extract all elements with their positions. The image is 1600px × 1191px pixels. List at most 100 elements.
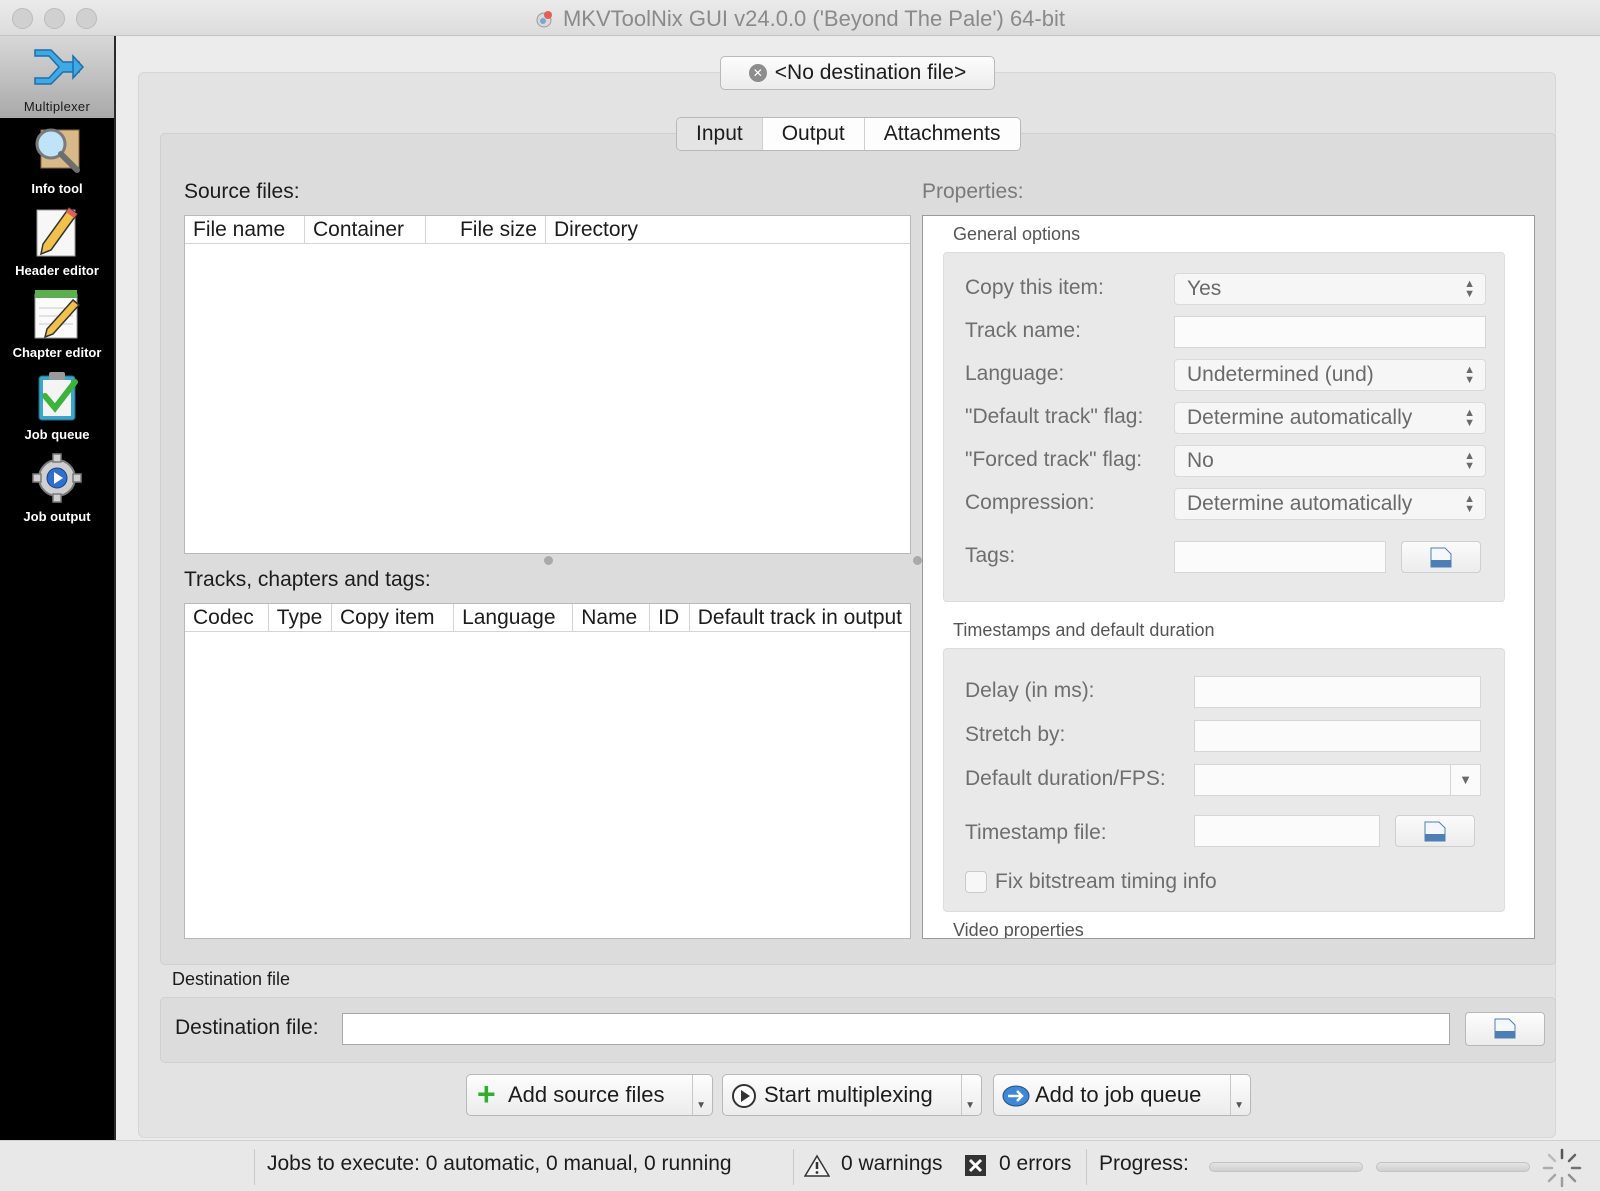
forced-track-flag-select[interactable]: No ▲ ▼ [1174, 445, 1486, 477]
tab-attachments[interactable]: Attachments [864, 118, 1020, 150]
sidebar-item-chapter-editor[interactable]: Chapter editor [0, 282, 114, 364]
warning-icon[interactable] [804, 1154, 830, 1178]
default-track-flag-value: Determine automatically [1187, 406, 1413, 429]
delay-input[interactable] [1194, 676, 1481, 708]
forced-track-flag-value: No [1187, 449, 1214, 472]
timestamp-file-browse-button[interactable] [1395, 815, 1475, 847]
updown-arrows-icon: ▲ ▼ [1464, 364, 1475, 386]
add-to-job-queue-button[interactable]: Add to job queue ▼ [993, 1074, 1251, 1116]
fix-bitstream-checkbox[interactable] [965, 871, 987, 893]
language-label: Language: [965, 362, 1065, 385]
copy-item-select[interactable]: Yes ▲ ▼ [1174, 273, 1486, 305]
track-name-input[interactable] [1174, 316, 1486, 348]
column-header-language[interactable]: Language [454, 604, 574, 631]
sidebar-item-job-output[interactable]: Job output [0, 446, 114, 528]
column-header-file-name[interactable]: File name [185, 216, 305, 243]
plus-icon: + [477, 1076, 496, 1112]
busy-spinner-icon [1542, 1148, 1582, 1188]
jobs-status: Jobs to execute: 0 automatic, 0 manual, … [267, 1152, 732, 1175]
tab-input[interactable]: Input [677, 118, 763, 150]
tab-output[interactable]: Output [762, 118, 865, 150]
properties-pane[interactable]: General options Copy this item: Yes ▲ ▼ T… [922, 215, 1535, 939]
error-icon[interactable] [964, 1154, 987, 1177]
start-multiplexing-button[interactable]: Start multiplexing ▼ [722, 1074, 982, 1116]
tags-input[interactable] [1174, 541, 1386, 573]
timestamp-file-label: Timestamp file: [965, 821, 1107, 844]
sidebar-item-label: Job queue [24, 427, 90, 442]
video-properties-title: Video properties [953, 920, 1084, 939]
dropdown-arrow-icon[interactable]: ▼ [1234, 1101, 1244, 1111]
dropdown-arrow-icon[interactable]: ▼ [696, 1101, 706, 1111]
sidebar-item-label: Chapter editor [12, 345, 102, 360]
status-bar: Jobs to execute: 0 automatic, 0 manual, … [0, 1140, 1600, 1191]
sidebar-item-job-queue[interactable]: Job queue [0, 364, 114, 446]
source-files-label: Source files: [184, 180, 300, 203]
default-duration-label: Default duration/FPS: [965, 767, 1166, 790]
updown-arrows-icon: ▲ ▼ [1464, 450, 1475, 472]
tracks-table[interactable]: Codec Type Copy item Language Name ID De… [184, 603, 911, 939]
splitter-handle[interactable] [913, 556, 922, 565]
destination-file-tab-button[interactable]: ✕ <No destination file> [720, 56, 995, 90]
compression-value: Determine automatically [1187, 492, 1413, 515]
tab-bar: Input Output Attachments [676, 117, 1021, 151]
column-header-copy-item[interactable]: Copy item [332, 604, 455, 631]
destination-file-input[interactable] [342, 1013, 1450, 1045]
window-title-text: MKVToolNix GUI v24.0.0 ('Beyond The Pale… [562, 6, 1065, 31]
column-header-type[interactable]: Type [269, 604, 332, 631]
default-track-flag-select[interactable]: Determine automatically ▲ ▼ [1174, 402, 1486, 434]
compression-select[interactable]: Determine automatically ▲ ▼ [1174, 488, 1486, 520]
forced-track-flag-label: "Forced track" flag: [965, 448, 1143, 471]
destination-file-label: Destination file: [175, 1016, 319, 1039]
tags-browse-button[interactable] [1401, 541, 1481, 573]
stretch-input[interactable] [1194, 720, 1481, 752]
add-source-files-label: Add source files [508, 1082, 665, 1107]
sidebar-item-multiplexer[interactable]: Multiplexer [0, 36, 114, 118]
dropdown-arrow-icon[interactable]: ▼ [965, 1101, 975, 1111]
properties-label: Properties: [922, 180, 1024, 203]
column-header-id[interactable]: ID [650, 604, 690, 631]
queue-icon [1002, 1085, 1030, 1107]
destination-group-title: Destination file [172, 969, 291, 989]
clipboard-check-icon [38, 372, 78, 421]
destination-browse-button[interactable] [1465, 1012, 1545, 1046]
window-title: MKVToolNix GUI v24.0.0 ('Beyond The Pale… [0, 6, 1600, 32]
default-duration-combo[interactable]: ▼ [1194, 764, 1481, 796]
add-to-job-queue-label: Add to job queue [1035, 1082, 1202, 1107]
start-multiplexing-label: Start multiplexing [764, 1082, 933, 1107]
column-header-directory[interactable]: Directory [546, 216, 646, 243]
default-track-flag-label: "Default track" flag: [965, 405, 1144, 428]
column-header-container[interactable]: Container [305, 216, 426, 243]
add-source-files-button[interactable]: + Add source files ▼ [466, 1074, 713, 1116]
column-header-default-track[interactable]: Default track in output [690, 604, 910, 631]
timestamp-file-input[interactable] [1194, 815, 1380, 847]
document-icon [1424, 821, 1446, 842]
updown-arrows-icon: ▲ ▼ [1464, 407, 1475, 429]
mkvtoolnix-app-icon [536, 11, 552, 28]
progress-label: Progress: [1099, 1152, 1189, 1175]
sidebar-item-label: Multiplexer [23, 99, 91, 114]
updown-arrows-icon: ▲ ▼ [1464, 493, 1475, 515]
source-files-table[interactable]: File name Container File size Directory [184, 215, 911, 554]
play-circle-icon [732, 1084, 756, 1108]
chevron-down-icon[interactable]: ▼ [1450, 765, 1480, 795]
splitter-handle[interactable] [544, 556, 553, 565]
magnifier-icon [35, 128, 80, 173]
title-bar: MKVToolNix GUI v24.0.0 ('Beyond The Pale… [0, 0, 1600, 36]
close-circle-icon[interactable]: ✕ [748, 64, 767, 82]
gear-play-icon [32, 453, 82, 503]
copy-item-label: Copy this item: [965, 276, 1104, 299]
sidebar-item-info-tool[interactable]: Info tool [0, 118, 114, 200]
sidebar-item-header-editor[interactable]: Header editor [0, 200, 114, 282]
multiplexer-icon [34, 49, 85, 85]
column-header-file-size[interactable]: File size [426, 216, 546, 243]
destination-button-label: <No destination file> [774, 61, 967, 84]
document-icon [1494, 1018, 1516, 1039]
delay-label: Delay (in ms): [965, 679, 1095, 702]
pencil-paper-icon [36, 206, 79, 257]
language-select[interactable]: Undetermined (und) ▲ ▼ [1174, 359, 1486, 391]
sidebar-item-label: Header editor [15, 263, 99, 278]
table-header: File name Container File size Directory [185, 216, 910, 244]
column-header-name[interactable]: Name [573, 604, 651, 631]
sidebar-item-label: Info tool [31, 181, 83, 196]
column-header-codec[interactable]: Codec [185, 604, 269, 631]
